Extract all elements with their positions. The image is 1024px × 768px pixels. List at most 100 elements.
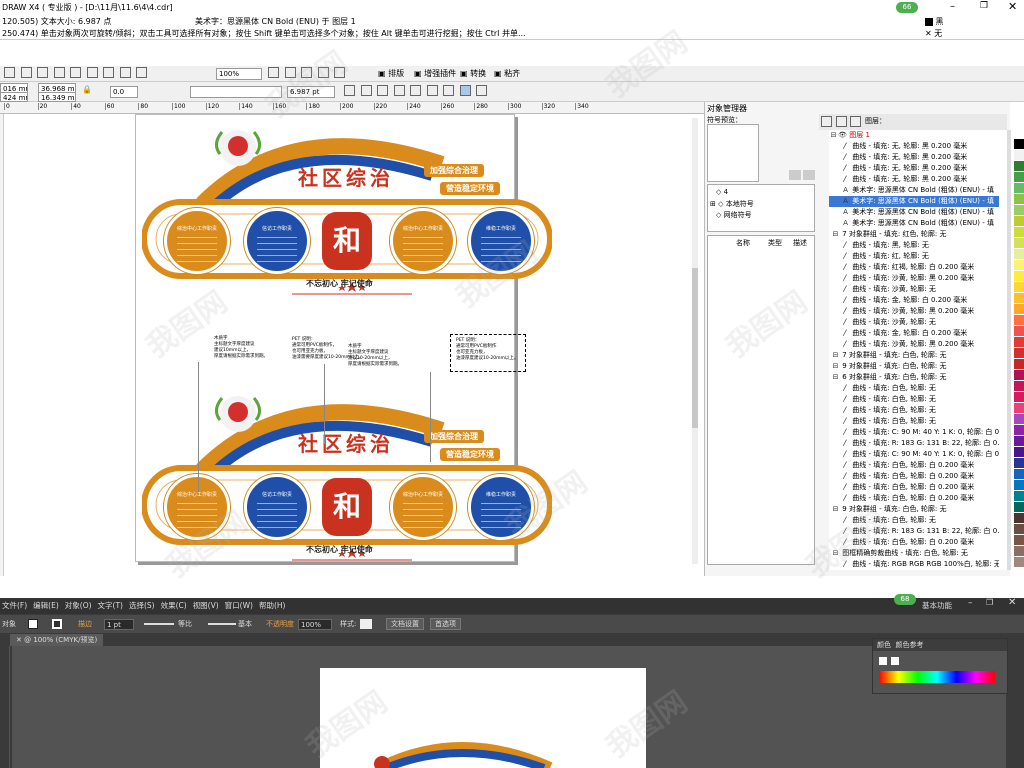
- library-local[interactable]: ⊞ ◇ 本地符号: [710, 199, 754, 209]
- ai-tab-close-icon[interactable]: ✕: [16, 636, 24, 644]
- ai-stroke-label[interactable]: 描边: [78, 615, 92, 633]
- edit-across-layers-icon[interactable]: [835, 116, 847, 127]
- zoom-out-icon[interactable]: [284, 67, 296, 78]
- undo-icon[interactable]: [70, 67, 82, 78]
- palette-swatch[interactable]: [1014, 469, 1024, 480]
- remove-symbol-icon[interactable]: [803, 170, 815, 180]
- tree-scrollbar[interactable]: [1007, 130, 1011, 570]
- expand-group-icon[interactable]: ⊟: [831, 350, 840, 361]
- palette-swatch[interactable]: [1014, 194, 1024, 205]
- palette-swatch[interactable]: [1014, 524, 1024, 535]
- symbol-library-tree[interactable]: ◇ 4 ⊞ ◇ 本地符号 ◇ 网络符号: [707, 184, 815, 232]
- tree-row-group[interactable]: ⊟ 9 对象群组 - 填充: 白色, 轮廓: 无: [829, 361, 999, 372]
- tree-row-curve[interactable]: 〳 曲线 - 填充: R: 183 G: 131 B: 22, 轮廓: 白 0.…: [829, 438, 999, 449]
- tree-row-group[interactable]: ⊟ 6 对象群组 - 填充: 白色, 轮廓: 无: [829, 372, 999, 383]
- tree-row-curve[interactable]: 〳 曲线 - 填充: 白色, 轮廓: 无: [829, 515, 999, 526]
- palette-swatch[interactable]: [1014, 370, 1024, 381]
- ai-menu-item[interactable]: 窗口(W): [225, 601, 253, 610]
- ai-menu-item[interactable]: 选择(S): [129, 601, 155, 610]
- palette-swatch[interactable]: [1014, 425, 1024, 436]
- paste-align-button[interactable]: ▣ 粘齐: [492, 67, 522, 81]
- zoom-width-icon[interactable]: [334, 67, 346, 78]
- palette-swatch[interactable]: [1014, 458, 1024, 469]
- tree-row-curve[interactable]: 〳 曲线 - 填充: 沙黄, 轮廓: 黑 0.200 毫米: [829, 339, 999, 350]
- tree-row-text[interactable]: A 美术字: 思源黑体 CN Bold (粗体) (ENU) - 填: [829, 218, 999, 229]
- ai-canvas[interactable]: [12, 646, 1006, 768]
- design-board-top[interactable]: 社区综治 加强综合治理 营造稳定环境 综治中心工作职责 信访工作职责 综治中心工作职责 维稳…: [142, 124, 552, 299]
- tree-row-curve[interactable]: 〳 曲线 - 填充: 白色, 轮廓: 无: [829, 416, 999, 427]
- ai-white-swatch[interactable]: [891, 657, 899, 665]
- tree-row-curve[interactable]: 〳 曲线 - 填充: R: 183 G: 131 B: 22, 轮廓: 白 0.…: [829, 526, 999, 537]
- palette-swatch[interactable]: [1014, 128, 1024, 139]
- tree-row-curve[interactable]: 〳 曲线 - 填充: 红褐, 轮廓: 白 0.200 毫米: [829, 262, 999, 273]
- vertical-scrollbar[interactable]: [692, 118, 698, 564]
- ai-color-guide-tab[interactable]: 颜色参考: [895, 641, 923, 649]
- import-icon[interactable]: [103, 67, 115, 78]
- tree-row-curve[interactable]: 〳 曲线 - 填充: 沙黄, 轮廓: 无: [829, 317, 999, 328]
- expand-group-icon[interactable]: ⊟: [831, 361, 840, 372]
- ai-menu-item[interactable]: 帮助(H): [259, 601, 286, 610]
- palette-swatch[interactable]: [1014, 172, 1024, 183]
- tree-row-curve[interactable]: 〳 曲线 - 填充: 白色, 轮廓: 无: [829, 383, 999, 394]
- expand-group-icon[interactable]: ⊟: [831, 229, 840, 240]
- cut-icon[interactable]: [20, 67, 32, 78]
- ai-prefs-button[interactable]: 首选项: [430, 618, 461, 630]
- tree-row-curve[interactable]: 〳 曲线 - 填充: 白色, 轮廓: 白 0.200 毫米: [829, 493, 999, 504]
- tree-row-group[interactable]: ⊟ 7 对象群组 - 填充: 红色, 轮廓: 无: [829, 229, 999, 240]
- ai-color-spectrum[interactable]: [879, 671, 995, 683]
- palette-swatch[interactable]: [1014, 238, 1024, 249]
- palette-swatch[interactable]: [1014, 139, 1024, 150]
- tree-row-curve[interactable]: 〳 曲线 - 填充: C: 90 M: 40 Y: 1 K: 0, 轮廓: 白 …: [829, 427, 999, 438]
- convert-button[interactable]: ▣ 转换: [458, 67, 488, 81]
- tree-row-group[interactable]: ⊟ 7 对象群组 - 填充: 白色, 轮廓: 无: [829, 350, 999, 361]
- ai-menu-item[interactable]: 编辑(E): [33, 601, 59, 610]
- palette-swatch[interactable]: [1014, 326, 1024, 337]
- underline-icon[interactable]: [377, 85, 389, 96]
- tree-row-curve[interactable]: 〳 曲线 - 填充: C: 90 M: 40 Y: 1 K: 0, 轮廓: 白 …: [829, 449, 999, 460]
- drawing-canvas[interactable]: 社区综治 加强综合治理 营造稳定环境 综治中心工作职责 信访工作职责 综治中心工作职责 维稳…: [4, 114, 698, 576]
- tree-row-curve[interactable]: 〳 曲线 - 填充: 金, 轮廓: 白 0.200 毫米: [829, 295, 999, 306]
- color-palette[interactable]: [1014, 128, 1024, 576]
- palette-swatch[interactable]: [1014, 359, 1024, 370]
- palette-swatch[interactable]: [1014, 150, 1024, 161]
- ai-opacity-label[interactable]: 不透明度: [266, 615, 294, 633]
- layer-row[interactable]: ⊟ 👁 图层 1: [829, 130, 999, 141]
- expand-group-icon[interactable]: ⊟: [831, 504, 840, 515]
- ai-doc-setup-button[interactable]: 文档设置: [386, 618, 424, 630]
- workspace-switcher[interactable]: 基本功能: [922, 600, 952, 611]
- ai-menu-item[interactable]: 效果(C): [161, 601, 187, 610]
- palette-swatch[interactable]: [1014, 260, 1024, 271]
- ai-opacity-field[interactable]: 100%: [298, 619, 332, 630]
- paste-icon[interactable]: [53, 67, 65, 78]
- selection-box[interactable]: [450, 334, 526, 372]
- angle-field[interactable]: 0.0: [110, 86, 138, 98]
- zoom-fit-icon[interactable]: [301, 67, 313, 78]
- layout-button[interactable]: ▣ 排版: [376, 67, 406, 81]
- palette-swatch[interactable]: [1014, 304, 1024, 315]
- save-icon[interactable]: [4, 67, 15, 78]
- ai-minimize-icon[interactable]: –: [968, 598, 973, 608]
- eye-icon[interactable]: 👁: [838, 130, 847, 141]
- align-icon[interactable]: [393, 85, 405, 96]
- tree-row-group[interactable]: ⊟ 9 对象群组 - 填充: 白色, 轮廓: 无: [829, 504, 999, 515]
- tree-row-curve[interactable]: 〳 曲线 - 填充: 沙黄, 轮廓: 黑 0.200 毫米: [829, 273, 999, 284]
- zoom-in-icon[interactable]: [268, 67, 279, 78]
- ai-panel-strip[interactable]: [1010, 638, 1024, 768]
- ai-restore-icon[interactable]: ❐: [986, 598, 993, 607]
- tree-row-curve[interactable]: 〳 曲线 - 填充: 无, 轮廓: 黑 0.200 毫米: [829, 141, 999, 152]
- ai-menu-item[interactable]: 对象(O): [65, 601, 92, 610]
- ai-stroke-swatch[interactable]: [52, 619, 62, 629]
- export-icon[interactable]: [119, 67, 131, 78]
- tree-row-curve[interactable]: 〳 曲线 - 填充: 白色, 轮廓: 白 0.200 毫米: [829, 537, 999, 548]
- tree-row-curve[interactable]: 〳 曲线 - 填充: RGB RGB RGB 100%白, 轮廓: 无: [829, 559, 999, 570]
- copy-icon[interactable]: [37, 67, 49, 78]
- library-web[interactable]: ◇ 网络符号: [716, 210, 752, 220]
- palette-swatch[interactable]: [1014, 216, 1024, 227]
- ai-close-icon[interactable]: ✕: [1008, 597, 1016, 608]
- palette-swatch[interactable]: [1014, 447, 1024, 458]
- ai-doc-tab[interactable]: ✕ @ 100% (CMYK/预览): [10, 634, 104, 646]
- ai-tools-panel[interactable]: [0, 646, 10, 768]
- palette-swatch[interactable]: [1014, 249, 1024, 260]
- maximize-icon[interactable]: ❐: [980, 1, 988, 11]
- ai-notification-badge[interactable]: 68: [894, 594, 916, 605]
